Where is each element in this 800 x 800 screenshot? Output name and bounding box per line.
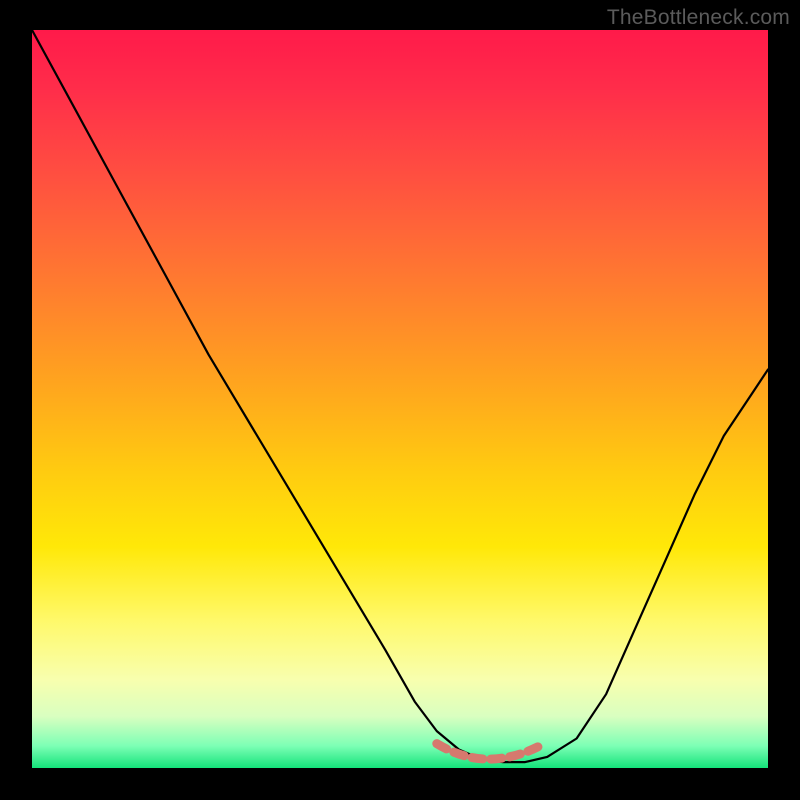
watermark-text: TheBottleneck.com <box>607 6 790 30</box>
curve-svg <box>32 30 768 768</box>
bottleneck-curve <box>32 30 768 762</box>
plot-area <box>32 30 768 768</box>
optimal-zone-marker <box>437 744 540 760</box>
chart-frame: TheBottleneck.com <box>0 0 800 800</box>
